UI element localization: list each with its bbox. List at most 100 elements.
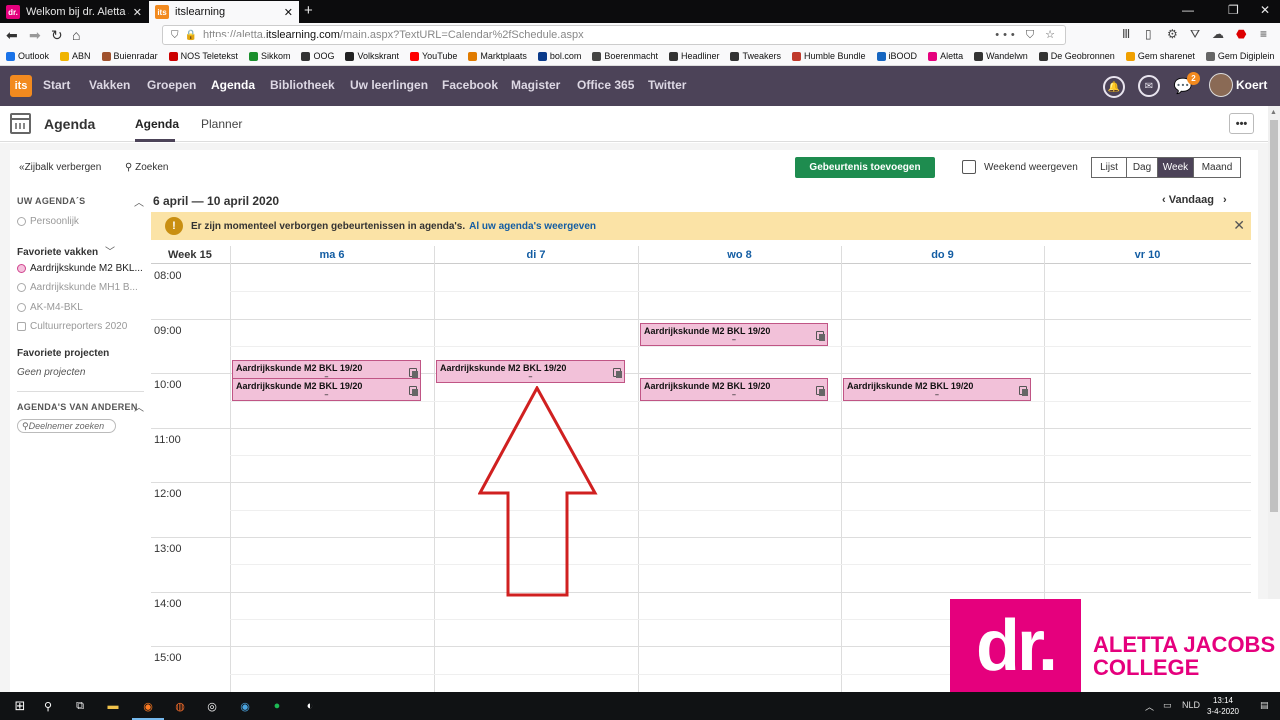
new-tab-icon[interactable]: + — [304, 2, 313, 19]
browser-tab-itslearning[interactable]: its itslearning ✕ — [149, 1, 299, 23]
bookmark-item[interactable]: Gem Digiplein — [1205, 51, 1274, 61]
copy-icon[interactable] — [816, 385, 825, 396]
favorite-courses-heading[interactable]: Favoriete vakken ﹀ — [17, 243, 115, 258]
sidebar-course-item[interactable]: AK-M4-BKL — [17, 302, 145, 313]
bookmark-item[interactable]: YouTube — [410, 51, 457, 61]
copy-icon[interactable] — [409, 385, 418, 396]
bookmark-item[interactable]: Gem sharenet — [1125, 51, 1195, 61]
nav-item-office-365[interactable]: Office 365 — [577, 78, 634, 92]
close-tab-icon[interactable]: ✕ — [284, 6, 293, 19]
day-header[interactable]: di 7 — [434, 249, 638, 261]
bookmark-item[interactable]: Outlook — [6, 51, 49, 61]
nav-item-facebook[interactable]: Facebook — [442, 78, 498, 92]
calendar-event[interactable]: Aardrijkskunde M2 BKL 19/20– — [232, 377, 421, 401]
calendar-event[interactable]: Aardrijkskunde M2 BKL 19/20– — [640, 377, 828, 401]
day-header[interactable]: wo 8 — [638, 249, 841, 261]
sidebar-course-item[interactable]: Aardrijkskunde MH1 B... — [17, 282, 145, 293]
day-header[interactable]: vr 10 — [1044, 249, 1251, 261]
restore-icon[interactable]: ❐ — [1228, 3, 1239, 17]
calendar-event[interactable]: Aardrijkskunde M2 BKL 19/20– — [640, 323, 828, 347]
back-icon[interactable]: ⬅ — [6, 27, 18, 43]
chevron-left-icon[interactable]: ‹ — [1162, 194, 1169, 206]
notifications-icon[interactable]: ▤ — [1260, 700, 1269, 711]
windows-start-icon[interactable]: ⊞ — [12, 698, 28, 714]
copy-icon[interactable] — [613, 367, 622, 378]
messages-mail-icon[interactable]: ✉ — [1138, 75, 1160, 97]
nav-item-uw-leerlingen[interactable]: Uw leerlingen — [350, 78, 428, 92]
nav-item-agenda[interactable]: Agenda — [211, 78, 255, 92]
minimize-icon[interactable]: — — [1182, 3, 1194, 17]
nav-item-twitter[interactable]: Twitter — [648, 78, 686, 92]
weekend-checkbox[interactable] — [962, 160, 976, 174]
bookmark-item[interactable]: OOG — [301, 51, 334, 61]
close-icon[interactable]: ✕ — [1233, 217, 1245, 234]
home-icon[interactable]: ⌂ — [72, 27, 80, 43]
copy-icon[interactable] — [409, 367, 418, 378]
view-week-button[interactable]: Week — [1158, 158, 1194, 177]
language-indicator[interactable]: NLD — [1182, 700, 1200, 710]
bookmark-item[interactable]: Boerenmacht — [592, 51, 658, 61]
view-list-button[interactable]: Lijst — [1092, 158, 1127, 177]
steam-icon[interactable]: ◎ — [204, 698, 220, 714]
address-bar[interactable]: ⛉ 🔒 https://aletta.itslearning.com/main.… — [162, 25, 1066, 45]
bookmark-item[interactable]: Wandelwn — [974, 51, 1028, 61]
today-button[interactable]: Vandaag — [1169, 194, 1214, 206]
bookmark-item[interactable]: Humble Bundle — [792, 51, 866, 61]
window-close-icon[interactable]: ✕ — [1260, 3, 1270, 17]
task-view-icon[interactable]: ⧉ — [72, 698, 88, 714]
bookmark-item[interactable]: iBOOD — [876, 51, 917, 61]
participant-search-input[interactable]: ⚲ Deelnemer zoeken — [17, 419, 116, 433]
bookmark-item[interactable]: bol.com — [537, 51, 581, 61]
reload-icon[interactable]: ↻ — [51, 27, 63, 43]
extension-icon[interactable]: ⚙ — [1167, 27, 1178, 41]
browser-tab-aletta[interactable]: dr. Welkom bij dr. Aletta Jacobs C ✕ — [0, 1, 148, 23]
spotify-icon[interactable]: ● — [269, 698, 285, 714]
network-icon[interactable]: ▭ — [1163, 700, 1172, 711]
app-icon[interactable]: ◉ — [237, 698, 253, 714]
day-header[interactable]: ma 6 — [230, 249, 434, 261]
pocket-icon[interactable]: ⛛ — [1190, 27, 1200, 42]
bookmark-item[interactable]: Marktplaats — [468, 51, 527, 61]
tab-planner[interactable]: Planner — [201, 117, 242, 131]
day-header[interactable]: do 9 — [841, 249, 1044, 261]
more-options-button[interactable]: ••• — [1229, 113, 1254, 134]
view-month-button[interactable]: Maand — [1194, 158, 1240, 177]
user-name[interactable]: Koert — [1236, 78, 1267, 92]
app-icon[interactable]: ◍ — [172, 698, 188, 714]
forward-icon[interactable]: ➡ — [29, 27, 41, 43]
scroll-up-icon[interactable]: ▲ — [1270, 109, 1277, 116]
bookmark-item[interactable]: Aletta — [928, 51, 963, 61]
cloud-icon[interactable]: ☁ — [1212, 27, 1224, 41]
user-avatar[interactable] — [1209, 73, 1233, 97]
bookmark-item[interactable]: NOS Teletekst — [168, 51, 238, 61]
close-tab-icon[interactable]: ✕ — [133, 6, 142, 19]
calendar-event[interactable]: Aardrijkskunde M2 BKL 19/20– — [843, 377, 1031, 401]
copy-icon[interactable] — [816, 331, 825, 342]
add-event-button[interactable]: Gebeurtenis toevoegen — [795, 157, 935, 178]
copy-icon[interactable] — [1019, 385, 1028, 396]
adblock-icon[interactable]: ⬣ — [1236, 27, 1246, 41]
tray-chevron-icon[interactable]: ︿ — [1145, 700, 1154, 713]
notifications-bell-icon[interactable]: 🔔 — [1103, 76, 1125, 98]
hide-sidebar-link[interactable]: «Zijbalk verbergen — [19, 162, 101, 173]
nav-item-vakken[interactable]: Vakken — [89, 78, 130, 92]
bookmark-item[interactable]: Buienradar — [101, 51, 158, 61]
scrollbar-thumb[interactable] — [1270, 120, 1278, 512]
sidebar-course-item[interactable]: Aardrijkskunde M2 BKL... — [17, 263, 145, 274]
chevron-right-icon[interactable]: › — [1223, 194, 1227, 206]
bookmark-item[interactable]: Sikkom — [248, 51, 290, 61]
app-icon[interactable]: ◐ — [302, 698, 318, 714]
calendar-event[interactable]: Aardrijkskunde M2 BKL 19/20– — [436, 359, 625, 383]
nav-item-bibliotheek[interactable]: Bibliotheek — [270, 78, 335, 92]
library-icon[interactable]: Ⅲ — [1122, 27, 1130, 41]
view-day-button[interactable]: Dag — [1127, 158, 1158, 177]
calendar-personal[interactable]: Persoonlijk — [17, 216, 145, 227]
show-all-calendars-link[interactable]: Al uw agenda's weergeven — [469, 221, 596, 232]
chevron-up-icon[interactable]: ︿ — [134, 194, 144, 209]
taskbar-clock[interactable]: 13:14 3-4-2020 — [1203, 695, 1243, 717]
bookmark-item[interactable]: ABN — [60, 51, 91, 61]
sidebar-course-item[interactable]: Cultuurreporters 2020 — [17, 321, 145, 332]
bookmark-item[interactable]: De Geobronnen — [1038, 51, 1115, 61]
itslearning-logo[interactable]: its — [10, 75, 32, 97]
nav-item-groepen[interactable]: Groepen — [147, 78, 196, 92]
